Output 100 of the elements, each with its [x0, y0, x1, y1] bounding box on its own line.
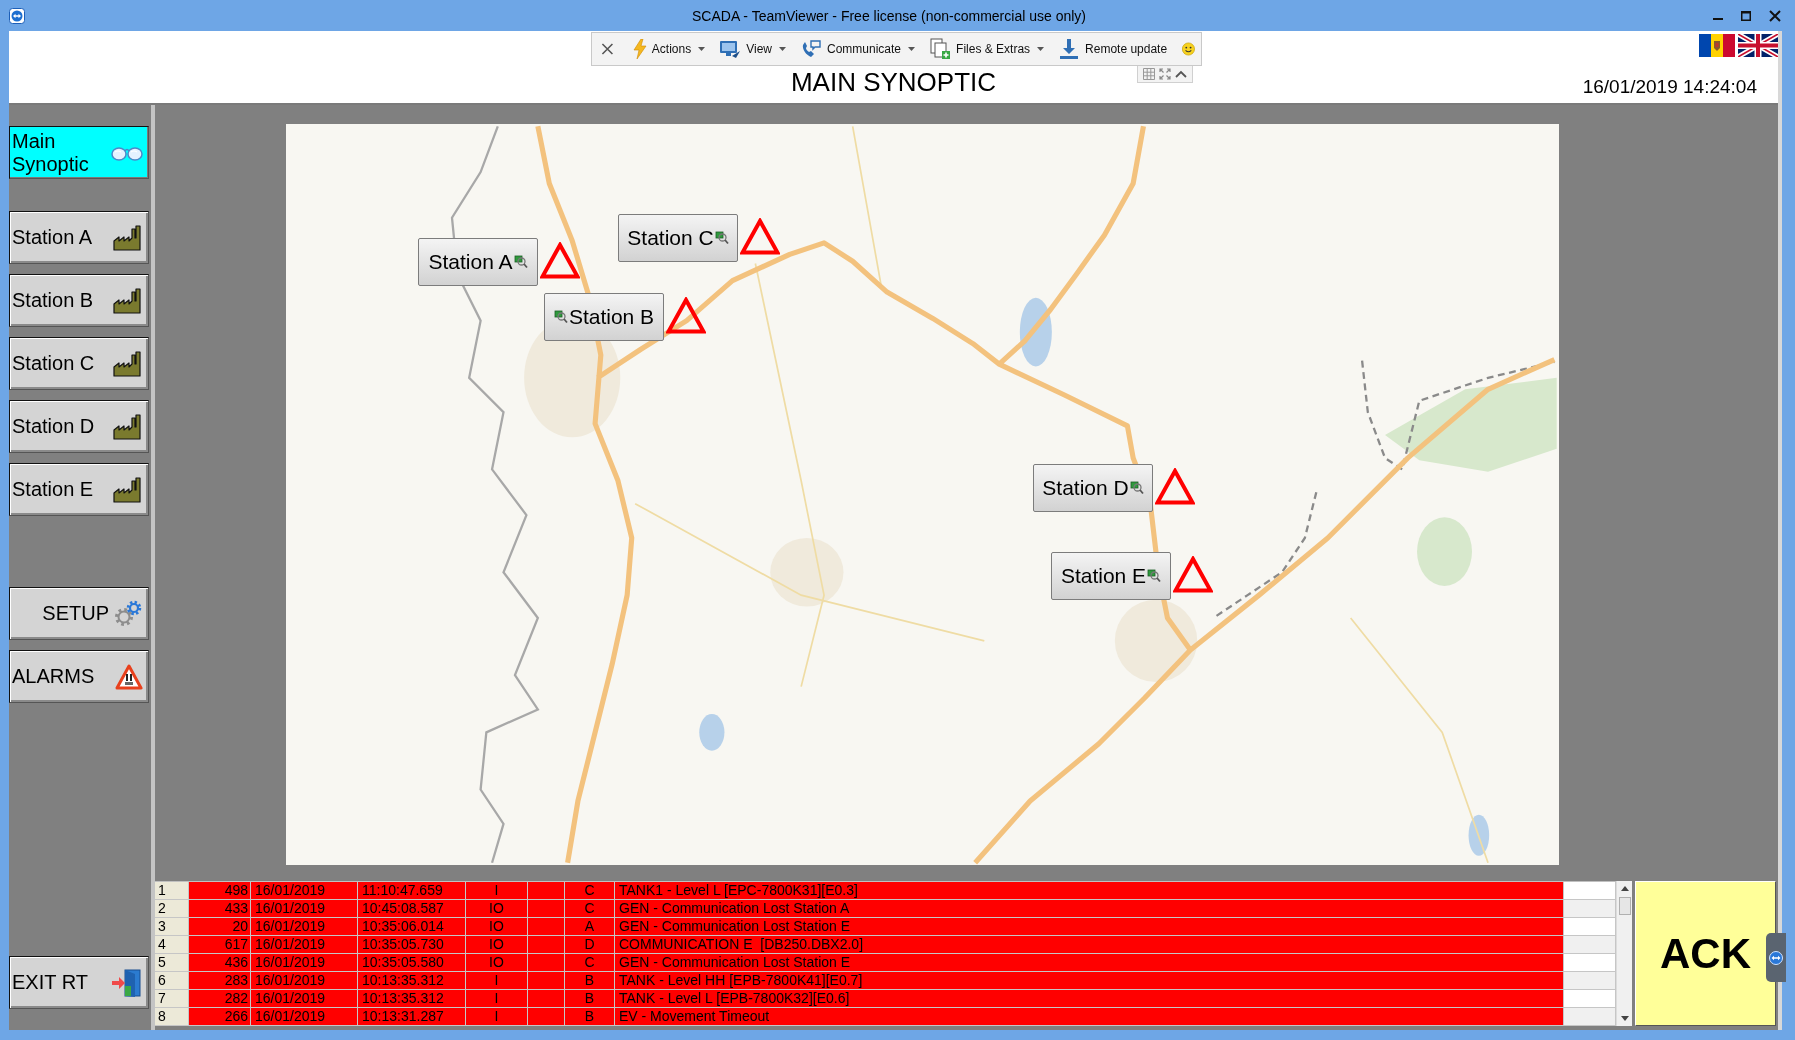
scroll-thumb[interactable] — [1618, 897, 1631, 915]
nav-button[interactable]: Station C — [9, 337, 149, 390]
table-cell: 283 — [189, 972, 251, 989]
table-cell: C — [565, 954, 615, 971]
ack-button[interactable]: ACK — [1635, 881, 1776, 1026]
nav-button[interactable]: ALARMS — [9, 650, 149, 703]
nav-button[interactable]: SETUP — [9, 587, 149, 640]
factory-icon — [113, 350, 143, 377]
datetime-label: 16/01/2019 14:24:04 — [1582, 76, 1757, 98]
row-number: 1 — [155, 882, 189, 899]
factory-icon — [113, 413, 143, 440]
table-cell: C — [565, 900, 615, 917]
table-cell: IO — [466, 954, 528, 971]
station-button[interactable]: Station C — [618, 214, 738, 262]
table-cell: I — [466, 972, 528, 989]
row-number: 8 — [155, 1008, 189, 1025]
nav-button[interactable]: Main Synoptic — [9, 126, 149, 179]
row-number: 3 — [155, 918, 189, 935]
table-cell: IO — [466, 918, 528, 935]
toolbar-button[interactable]: Remote update — [1053, 36, 1173, 62]
magnifier-icon — [1129, 481, 1144, 495]
lightning-icon — [632, 39, 647, 59]
table-cell: 10:35:05.730 — [358, 936, 466, 953]
grid-icon[interactable] — [1143, 68, 1155, 80]
table-cell: 10:13:31.287 — [358, 1008, 466, 1025]
warning-sign-icon — [115, 663, 143, 690]
toolbar-menu-button[interactable]: Communicate — [795, 36, 921, 62]
scrollbar[interactable] — [1616, 881, 1632, 1026]
station-button[interactable]: Station E — [1051, 552, 1171, 600]
maximize-icon[interactable] — [1741, 10, 1751, 21]
smiley-icon[interactable] — [1182, 40, 1195, 58]
table-cell: 10:13:35.312 — [358, 990, 466, 1007]
table-cell: I — [466, 882, 528, 899]
window-title: SCADA - TeamViewer - Free license (non-commercial use only) — [691, 7, 1087, 24]
expand-icon[interactable] — [1159, 68, 1171, 80]
table-cell: 433 — [189, 900, 251, 917]
row-number: 2 — [155, 900, 189, 917]
table-cell: 16/01/2019 — [251, 972, 358, 989]
table-cell: C — [565, 882, 615, 899]
table-cell: 16/01/2019 — [251, 918, 358, 935]
double-arrow-icon — [9, 7, 25, 24]
nav-button[interactable]: EXIT RT — [9, 956, 149, 1009]
table-cell: I — [466, 1008, 528, 1025]
magnifier-icon — [1147, 569, 1162, 583]
up-arrow-icon[interactable] — [1620, 886, 1629, 891]
table-cell: IO — [466, 900, 528, 917]
table-cell: B — [565, 1008, 615, 1025]
table-cell: I — [466, 990, 528, 1007]
monitor-icon — [719, 39, 742, 59]
magnifier-icon — [714, 231, 729, 245]
station-button[interactable]: Station D — [1033, 464, 1153, 512]
factory-icon — [113, 476, 143, 503]
table-cell: 16/01/2019 — [251, 936, 358, 953]
table-cell: 617 — [189, 936, 251, 953]
table-cell: 16/01/2019 — [251, 900, 358, 917]
table-cell: 20 — [189, 918, 251, 935]
table-cell: 498 — [189, 882, 251, 899]
toolbar-menu-button[interactable]: Files & Extras — [924, 36, 1050, 62]
nav-button[interactable]: Station A — [9, 211, 149, 264]
down-arrow-icon[interactable] — [1620, 1016, 1629, 1021]
row-number: 7 — [155, 990, 189, 1007]
union-flag-icon[interactable] — [1738, 34, 1778, 57]
table-cell: A — [565, 918, 615, 935]
magnifier-icon — [513, 255, 528, 269]
row-number: 4 — [155, 936, 189, 953]
nav-button[interactable]: Station E — [9, 463, 149, 516]
table-cell: 16/01/2019 — [251, 882, 358, 899]
table-cell: 10:35:05.580 — [358, 954, 466, 971]
close-icon[interactable] — [1769, 9, 1781, 22]
download-icon — [1058, 38, 1081, 60]
nav-button[interactable]: Station B — [9, 274, 149, 327]
table-cell: B — [565, 990, 615, 1007]
table-cell: 10:35:06.014 — [358, 918, 466, 935]
table-cell: B — [565, 972, 615, 989]
chevron-up-icon[interactable] — [1175, 70, 1187, 78]
table-cell: 11:10:47.659 — [358, 882, 466, 899]
phone-icon — [800, 39, 822, 59]
row-number: 6 — [155, 972, 189, 989]
toolbar-menu-button[interactable]: View — [714, 36, 791, 62]
door-icon — [111, 967, 143, 998]
side-panel-handle[interactable] — [1766, 933, 1786, 982]
toolbar-menu-button[interactable]: Actions — [627, 36, 711, 62]
gears-icon — [113, 598, 143, 629]
station-button[interactable]: Station B — [544, 293, 664, 341]
table-cell: 16/01/2019 — [251, 990, 358, 1007]
station-button[interactable]: Station A — [418, 238, 538, 286]
table-cell: IO — [466, 936, 528, 953]
page-title: MAIN SYNOPTIC — [790, 68, 997, 99]
factory-icon — [113, 224, 143, 251]
table-cell: 16/01/2019 — [251, 1008, 358, 1025]
table-cell: 10:45:08.587 — [358, 900, 466, 917]
nav-button[interactable]: Station D — [9, 400, 149, 453]
table-cell: 436 — [189, 954, 251, 971]
table-cell: 16/01/2019 — [251, 954, 358, 971]
table-cell: D — [565, 936, 615, 953]
row-number: 5 — [155, 954, 189, 971]
table-cell: 282 — [189, 990, 251, 1007]
magnifier-icon — [553, 310, 568, 324]
factory-icon — [113, 287, 143, 314]
tricolor-flag-icon[interactable] — [1699, 34, 1735, 57]
